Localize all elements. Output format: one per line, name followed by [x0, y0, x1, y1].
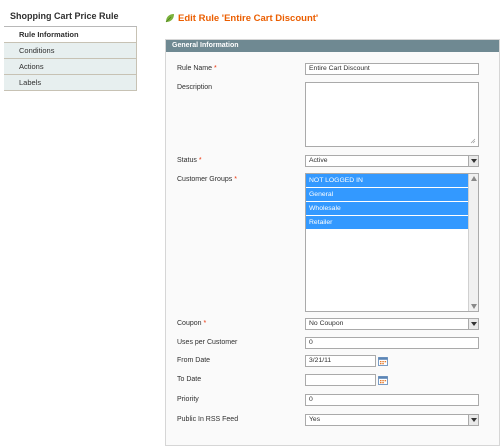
description-textarea[interactable] [305, 82, 479, 147]
customer-group-option[interactable]: Wholesale [306, 202, 468, 216]
customer-group-option[interactable]: General [306, 188, 468, 202]
rule-name-label: Rule Name * [177, 65, 217, 72]
priority-label: Priority [177, 396, 199, 403]
scroll-down-icon[interactable] [471, 304, 477, 309]
tab-labels[interactable]: Labels [4, 75, 136, 91]
customer-group-option[interactable]: Retailer [306, 216, 468, 230]
chevron-down-icon[interactable] [468, 319, 478, 329]
calendar-icon[interactable] [378, 375, 388, 385]
to-date-label: To Date [177, 376, 202, 383]
sidebar-title: Shopping Cart Price Rule [4, 8, 137, 27]
to-date-input[interactable] [305, 374, 376, 386]
uses-per-customer-input[interactable]: 0 [305, 337, 479, 349]
sidebar-tabs: Rule Information Conditions Actions Labe… [4, 27, 137, 91]
coupon-select[interactable]: No Coupon [305, 318, 479, 330]
scrollbar[interactable] [468, 174, 478, 311]
leaf-icon [165, 14, 174, 23]
tab-rule-information[interactable]: Rule Information [4, 27, 136, 43]
uses-per-customer-label: Uses per Customer [177, 339, 238, 346]
chevron-down-icon[interactable] [468, 415, 478, 425]
status-label: Status * [177, 157, 202, 164]
scroll-up-icon[interactable] [471, 176, 477, 181]
status-value: Active [309, 157, 328, 164]
tab-conditions[interactable]: Conditions [4, 43, 136, 59]
from-date-label: From Date [177, 357, 211, 364]
customer-groups-label: Customer Groups * [177, 176, 237, 183]
resize-handle-icon[interactable] [470, 138, 476, 144]
customer-groups-multiselect[interactable]: NOT LOGGED IN General Wholesale Retailer [305, 173, 479, 312]
public-rss-value: Yes [309, 416, 321, 423]
customer-group-option[interactable]: NOT LOGGED IN [306, 174, 468, 188]
sidebar: Shopping Cart Price Rule Rule Informatio… [4, 8, 137, 91]
page-title: Edit Rule 'Entire Cart Discount' [178, 12, 319, 24]
priority-input[interactable]: 0 [305, 394, 479, 406]
public-rss-label: Public In RSS Feed [177, 416, 239, 423]
from-date-input[interactable]: 3/21/11 [305, 355, 376, 367]
coupon-value: No Coupon [309, 320, 344, 327]
calendar-icon[interactable] [378, 356, 388, 366]
page-header: Edit Rule 'Entire Cart Discount' [165, 11, 318, 25]
chevron-down-icon[interactable] [468, 156, 478, 166]
public-rss-select[interactable]: Yes [305, 414, 479, 426]
coupon-label: Coupon * [177, 320, 207, 327]
status-select[interactable]: Active [305, 155, 479, 167]
rule-name-input[interactable]: Entire Cart Discount [305, 63, 479, 75]
tab-actions[interactable]: Actions [4, 59, 136, 75]
section-title: General Information [166, 40, 499, 52]
description-label: Description [177, 84, 213, 91]
